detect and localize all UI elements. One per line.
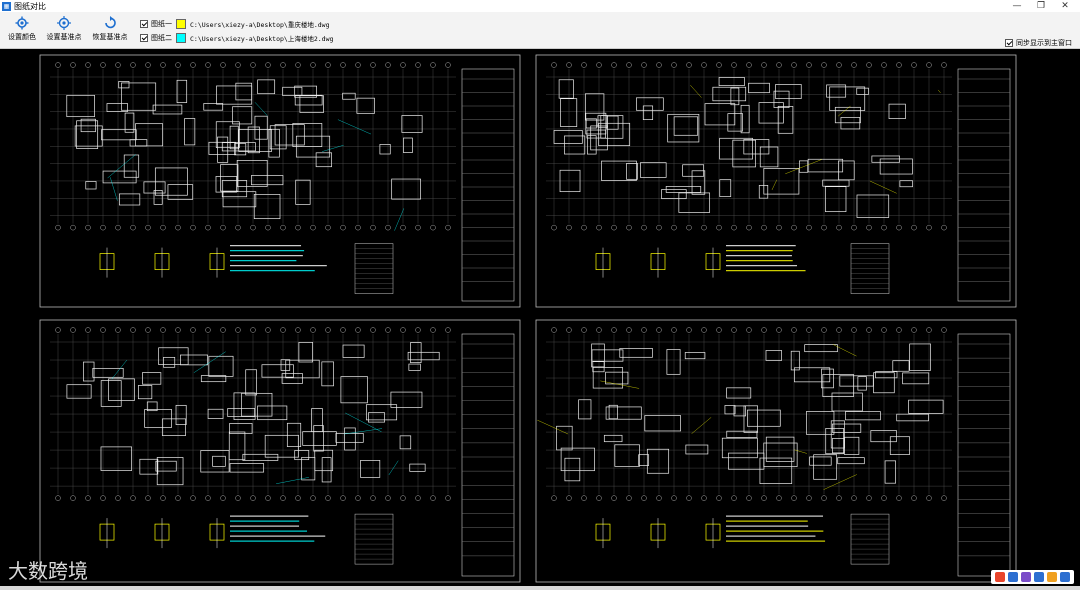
- sheet-top-right[interactable]: [535, 54, 1017, 308]
- drawing-1-color-swatch[interactable]: [176, 18, 186, 29]
- drawing-row-2: 图纸二 C:\Users\xiezy-a\Desktop\上海楼地2.dwg: [140, 31, 333, 44]
- title-bar: ▦ 图纸对比 — ❐ ✕: [0, 0, 1080, 12]
- drawing-2-label: 图纸二: [151, 33, 172, 42]
- set-base-point-label: 设置基准点: [46, 33, 82, 41]
- sheet-bottom-left[interactable]: [39, 319, 521, 583]
- toolbar: 设置颜色 设置基准点 恢复基准点 图纸一 C:\Users\xiezy-a\De…: [0, 12, 1080, 49]
- restore-base-point-label: 恢复基准点: [92, 33, 128, 41]
- status-bar: [0, 586, 1080, 590]
- gear-icon: [15, 16, 29, 30]
- drawing-row-1: 图纸一 C:\Users\xiezy-a\Desktop\重庆楼地.dwg: [140, 17, 330, 30]
- set-base-point-button[interactable]: 设置基准点: [44, 16, 84, 42]
- sync-option[interactable]: 同步显示到主窗口: [1005, 38, 1072, 48]
- sync-label: 同步显示到主窗口: [1016, 39, 1072, 47]
- ime-lang-icon[interactable]: [1008, 572, 1018, 582]
- drawing-1-path: C:\Users\xiezy-a\Desktop\重庆楼地.dwg: [190, 20, 330, 29]
- ime-logo-icon[interactable]: [995, 572, 1005, 582]
- minimize-button[interactable]: —: [1006, 0, 1028, 12]
- restore-base-point-button[interactable]: 恢复基准点: [90, 16, 130, 42]
- close-button[interactable]: ✕: [1054, 0, 1076, 12]
- undo-icon: [105, 16, 116, 29]
- drawing-canvas[interactable]: [0, 49, 1080, 586]
- sheet-bottom-right[interactable]: [535, 319, 1017, 583]
- app-icon: ▦: [2, 1, 11, 11]
- window-title: 图纸对比: [14, 1, 46, 11]
- drawing-2-checkbox[interactable]: [140, 33, 148, 42]
- ime-mic-icon[interactable]: [1021, 572, 1031, 582]
- drawing-1-label: 图纸一: [151, 19, 172, 28]
- ime-menu-icon[interactable]: [1060, 572, 1070, 582]
- set-color-button[interactable]: 设置颜色: [6, 16, 38, 42]
- set-color-label: 设置颜色: [8, 33, 36, 41]
- drawing-1-checkbox[interactable]: [140, 19, 148, 28]
- drawing-2-path: C:\Users\xiezy-a\Desktop\上海楼地2.dwg: [190, 34, 334, 43]
- ime-keyboard-icon[interactable]: [1034, 572, 1044, 582]
- crosshair-icon: [57, 16, 71, 30]
- sheet-top-left[interactable]: [39, 54, 521, 308]
- drawing-2-color-swatch[interactable]: [176, 32, 186, 43]
- watermark: 大数跨境: [8, 559, 88, 583]
- ime-toolbar[interactable]: [991, 570, 1074, 584]
- sync-checkbox[interactable]: [1005, 39, 1013, 47]
- maximize-button[interactable]: ❐: [1030, 0, 1052, 12]
- ime-skin-icon[interactable]: [1047, 572, 1057, 582]
- cad-viewport[interactable]: [0, 49, 1080, 586]
